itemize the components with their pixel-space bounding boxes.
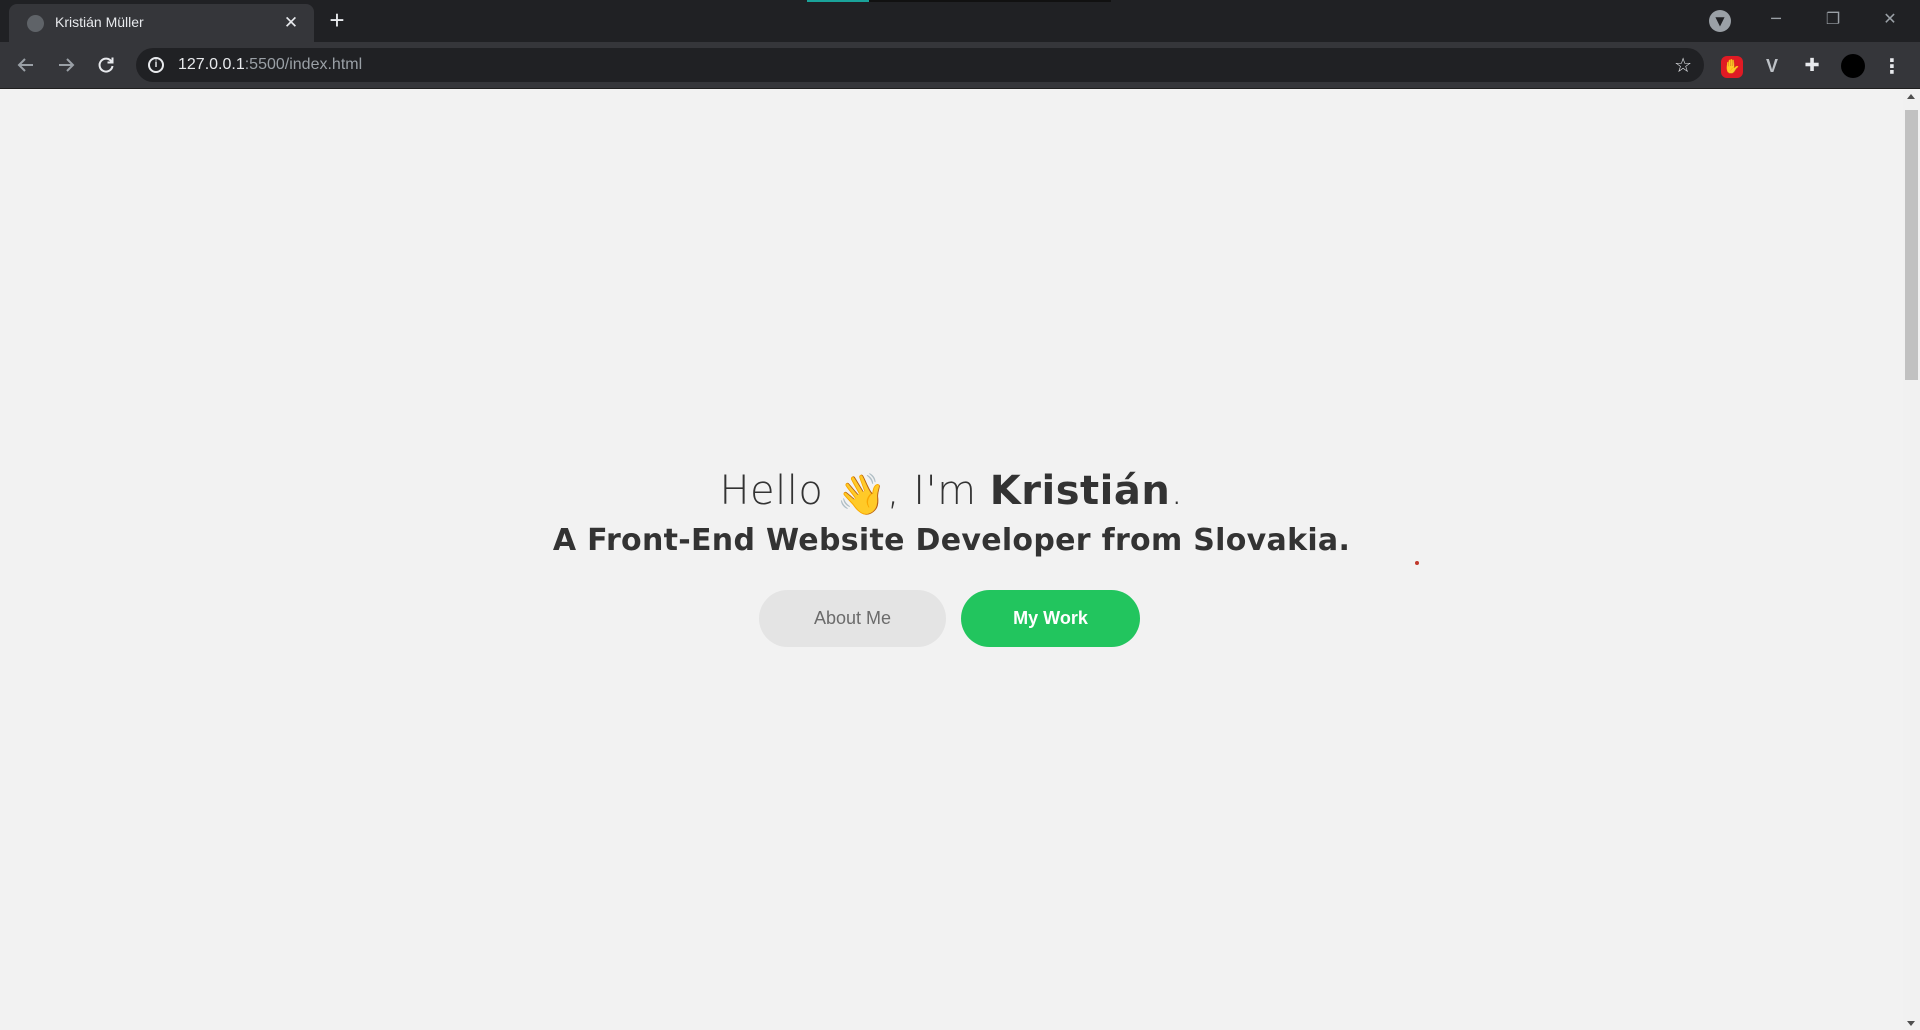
title-period: . bbox=[1170, 468, 1184, 514]
minimize-button[interactable]: ─ bbox=[1748, 0, 1804, 40]
restore-button[interactable]: ❐ bbox=[1805, 0, 1861, 40]
tab-title: Kristián Müller bbox=[55, 14, 144, 30]
kebab-menu-icon[interactable]: ⋮ bbox=[1880, 54, 1904, 78]
reload-icon bbox=[98, 57, 114, 73]
tab-search-icon[interactable]: ▼ bbox=[1709, 10, 1731, 32]
about-me-button[interactable]: About Me bbox=[759, 590, 946, 647]
arrow-left-icon bbox=[17, 58, 33, 72]
hero-title: Hello 👋, I'm Kristián. bbox=[0, 468, 1903, 518]
star-icon[interactable]: ☆ bbox=[1674, 53, 1692, 77]
tab-close-icon[interactable]: ✕ bbox=[279, 11, 303, 35]
url-path: :5500/index.html bbox=[244, 56, 363, 73]
profile-avatar[interactable] bbox=[1841, 54, 1865, 78]
waving-hand-icon: 👋 bbox=[836, 472, 887, 518]
scroll-down-arrow-icon[interactable] bbox=[1907, 1021, 1915, 1026]
forward-button[interactable] bbox=[50, 49, 82, 81]
new-tab-button[interactable]: + bbox=[322, 6, 352, 36]
close-window-button[interactable]: ✕ bbox=[1862, 0, 1918, 40]
hero-section: Hello 👋, I'm Kristián. A Front-End Websi… bbox=[0, 90, 1903, 1030]
url-host: 127.0.0.1 bbox=[178, 56, 245, 73]
greeting-text: Hello bbox=[719, 468, 837, 514]
address-bar[interactable]: i 127.0.0.1:5500/index.html ☆ bbox=[136, 48, 1704, 82]
globe-icon bbox=[27, 15, 44, 32]
scroll-thumb[interactable] bbox=[1905, 110, 1918, 380]
back-button[interactable] bbox=[10, 49, 42, 81]
url-text[interactable]: 127.0.0.1:5500/index.html bbox=[178, 56, 362, 74]
scroll-up-arrow-icon[interactable] bbox=[1907, 94, 1915, 99]
cursor-dot bbox=[1415, 561, 1419, 565]
arrow-right-icon bbox=[59, 58, 75, 72]
puzzle-icon[interactable]: ✚ bbox=[1800, 54, 1824, 78]
reload-button[interactable] bbox=[90, 49, 122, 81]
hero-name: Kristián bbox=[989, 468, 1171, 514]
browser-tab[interactable]: Kristián Müller ✕ bbox=[9, 4, 314, 42]
hero-subtitle: A Front-End Website Developer from Slova… bbox=[552, 523, 1351, 558]
v-extension-icon[interactable]: V bbox=[1760, 54, 1784, 78]
browser-toolbar: i 127.0.0.1:5500/index.html ☆ ✋ V ✚ ⋮ bbox=[0, 42, 1920, 89]
info-icon[interactable]: i bbox=[148, 57, 164, 73]
page-load-progress bbox=[807, 0, 869, 2]
my-work-button[interactable]: My Work bbox=[961, 590, 1140, 647]
intro-text: , I'm bbox=[886, 468, 990, 514]
adblock-extension-icon[interactable]: ✋ bbox=[1720, 54, 1744, 78]
browser-titlebar: Kristián Müller ✕ + ▼ ─ ❐ ✕ bbox=[0, 0, 1920, 42]
page-scrollbar[interactable] bbox=[1903, 90, 1920, 1030]
